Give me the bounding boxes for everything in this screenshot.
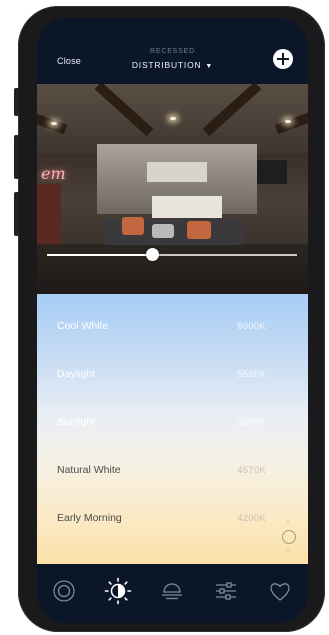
recessed-light bbox=[285, 120, 291, 123]
chevron-down-icon[interactable]: ˅ bbox=[284, 547, 292, 555]
temp-name: Early Morning bbox=[57, 512, 122, 524]
neon-sign: em bbox=[41, 164, 66, 183]
temp-item-early-morning[interactable]: Early Morning 4200K bbox=[37, 494, 308, 542]
fixture-category-label: RECESSED bbox=[150, 48, 195, 55]
temp-item-sunlight[interactable]: Sunlight 3600K bbox=[37, 398, 308, 446]
temp-item-daylight[interactable]: Daylight 5520K bbox=[37, 350, 308, 398]
temp-value: 4200K bbox=[237, 513, 266, 523]
tab-brightness[interactable] bbox=[103, 576, 133, 606]
intensity-slider-track[interactable] bbox=[47, 254, 297, 256]
color-temperature-list: Cool White 6000K Daylight 5520K Sunlight… bbox=[37, 294, 308, 564]
distribution-dropdown[interactable]: DISTRIBUTION ▼ bbox=[37, 60, 308, 70]
bottom-tab-bar bbox=[37, 564, 308, 623]
tab-settings[interactable] bbox=[211, 576, 241, 606]
tab-fixture[interactable] bbox=[157, 576, 187, 606]
recessed-light bbox=[51, 122, 57, 125]
temp-value: 4570K bbox=[237, 465, 266, 475]
room-preview-image: em bbox=[37, 84, 308, 294]
tab-favorites[interactable] bbox=[265, 576, 295, 606]
temp-name: Sunlight bbox=[57, 416, 95, 428]
header-bar: Close RECESSED DISTRIBUTION ▼ bbox=[37, 18, 308, 84]
temp-value: 3600K bbox=[237, 417, 266, 427]
plus-circle-icon[interactable] bbox=[273, 49, 293, 69]
selector-ring-icon bbox=[282, 530, 296, 544]
temp-item-natural-white[interactable]: Natural White 4570K bbox=[37, 446, 308, 494]
side-cabinet bbox=[37, 184, 61, 244]
intensity-slider-thumb[interactable] bbox=[145, 248, 159, 261]
sliders-icon bbox=[216, 582, 236, 600]
kitchen-island bbox=[152, 196, 222, 218]
caret-down-icon: ▼ bbox=[205, 63, 214, 70]
intensity-slider-fill bbox=[47, 254, 152, 256]
kitchen-cabinet bbox=[147, 162, 207, 182]
temperature-picker[interactable]: ˄ ˅ bbox=[281, 516, 297, 558]
temp-name: Natural White bbox=[57, 464, 121, 476]
distribution-label: DISTRIBUTION bbox=[131, 60, 202, 70]
tab-target[interactable] bbox=[49, 576, 79, 606]
recessed-light bbox=[170, 117, 176, 120]
volume-down-button bbox=[14, 192, 19, 236]
pillow bbox=[152, 224, 174, 238]
sun-brightness-icon bbox=[104, 577, 132, 605]
temp-item-cool-white[interactable]: Cool White 6000K bbox=[37, 302, 308, 350]
temp-name: Daylight bbox=[57, 368, 95, 380]
pillow bbox=[122, 217, 144, 235]
volume-up-button bbox=[14, 135, 19, 179]
temp-value: 6000K bbox=[237, 321, 266, 331]
wall-tv bbox=[257, 160, 287, 184]
chevron-up-icon[interactable]: ˄ bbox=[284, 519, 292, 527]
lamp-icon bbox=[162, 583, 182, 600]
temp-value: 5520K bbox=[237, 369, 266, 379]
floor bbox=[37, 244, 308, 294]
heart-icon bbox=[270, 583, 290, 601]
mute-switch bbox=[14, 88, 19, 116]
pillow bbox=[187, 221, 211, 239]
temp-name: Cool White bbox=[57, 320, 109, 332]
app-screen: Close RECESSED DISTRIBUTION ▼ em Cool Wh… bbox=[37, 18, 308, 623]
target-icon bbox=[53, 580, 75, 602]
